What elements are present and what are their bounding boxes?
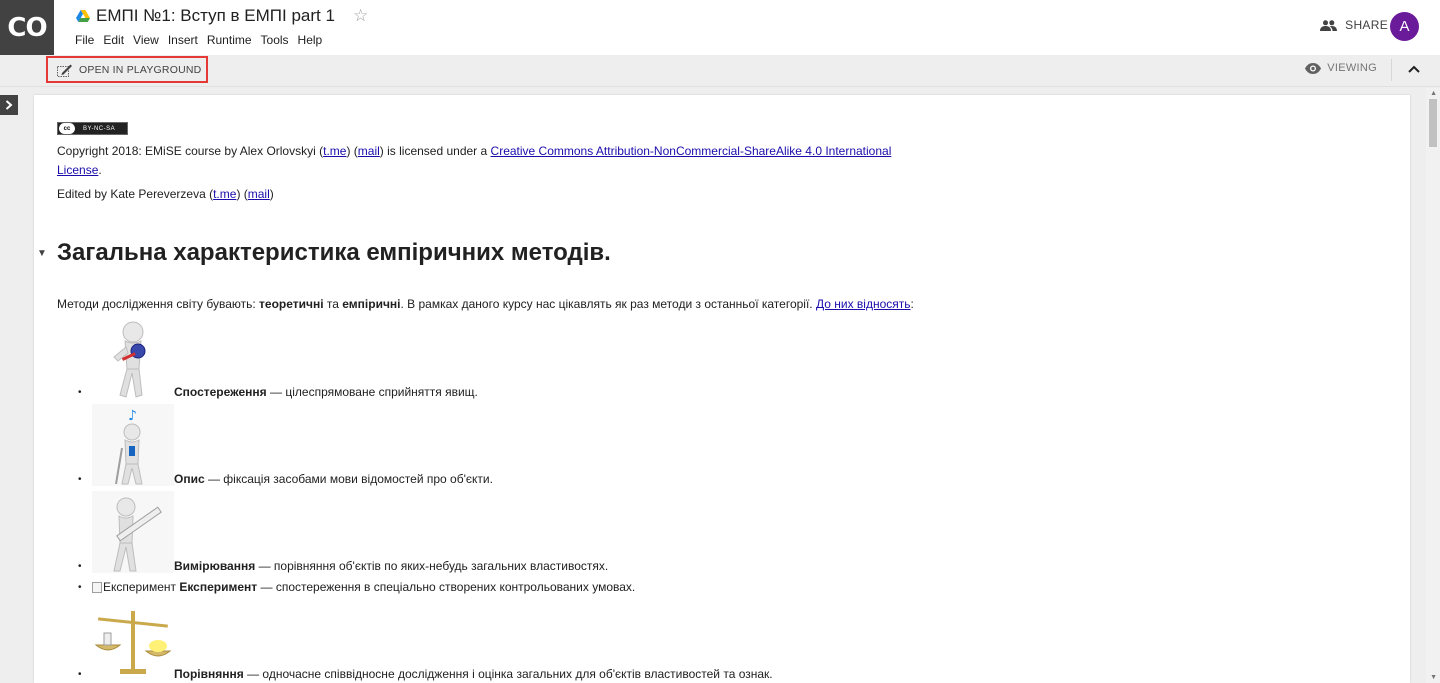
star-icon[interactable]: ☆: [353, 6, 368, 26]
viewing-label: VIEWING: [1327, 62, 1377, 74]
viewing-mode-indicator[interactable]: VIEWING: [1305, 62, 1377, 74]
method-desc: — одночасне співвідносне дослідження і о…: [243, 667, 773, 681]
method-term: Спостереження: [174, 385, 267, 399]
experiment-broken-image: Експеримент: [92, 580, 176, 594]
list-item-comparison: • Порівняння — одночасне співвідносне до…: [78, 599, 773, 681]
intro-and: та: [323, 297, 343, 311]
description-figure-image: ♪: [92, 404, 174, 486]
list-item-observation: • Спостереження — цілеспрямоване сприйня…: [78, 317, 478, 399]
author-telegram-link[interactable]: t.me: [323, 144, 346, 158]
method-term: Вимірювання: [174, 559, 256, 573]
method-term: Порівняння: [174, 667, 244, 681]
method-term: Експеримент: [179, 580, 258, 594]
edited-prefix: Edited by Kate Pereverzeva (: [57, 187, 214, 201]
method-text: Експеримент — спостереження в спеціально…: [179, 580, 635, 594]
list-item-measurement: • Вимірювання — порівняння об'єктів по я…: [78, 491, 608, 573]
playground-label: OPEN IN PLAYGROUND: [79, 63, 202, 76]
avatar[interactable]: A: [1390, 12, 1419, 41]
menu-help[interactable]: Help: [298, 33, 323, 47]
license-link-cont[interactable]: License: [57, 163, 98, 177]
edit-notebook-icon: [57, 64, 72, 77]
editor-telegram-link[interactable]: t.me: [213, 187, 236, 201]
bullet: •: [78, 582, 82, 593]
author-mail-link[interactable]: mail: [358, 144, 380, 158]
app-header: CO ЕМПІ №1: Вступ в ЕМПІ part 1 ☆ File E…: [0, 0, 1440, 55]
toolbar: OPEN IN PLAYGROUND VIEWING: [0, 55, 1440, 87]
copyright-sep1: ) (: [346, 144, 358, 158]
list-item-description: • ♪ Опис — фіксація засобами мови відомо…: [78, 404, 493, 486]
open-in-playground-button[interactable]: OPEN IN PLAYGROUND: [46, 56, 208, 83]
edited-end: ): [269, 187, 274, 201]
editor-mail-link[interactable]: mail: [248, 187, 270, 201]
copyright-sep2: ) is licensed under a: [379, 144, 491, 158]
collapse-header-icon[interactable]: [1408, 60, 1420, 76]
menu-view[interactable]: View: [133, 33, 159, 47]
menu-bar: File Edit View Insert Runtime Tools Help: [75, 33, 331, 47]
toolbar-divider: [1391, 59, 1392, 81]
method-desc: — фіксація засобами мови відомостей про …: [204, 472, 493, 486]
menu-edit[interactable]: Edit: [103, 33, 124, 47]
bullet: •: [78, 474, 82, 485]
intro-prefix: Методи дослідження світу бувають:: [57, 297, 260, 311]
intro-empirical: емпіричні: [342, 297, 401, 311]
scroll-up-arrow-icon[interactable]: ▲: [1430, 90, 1437, 97]
menu-insert[interactable]: Insert: [168, 33, 198, 47]
section-heading-row: ▼ Загальна характеристика емпіричних мет…: [37, 239, 611, 267]
share-button[interactable]: SHARE: [1320, 18, 1388, 32]
intro-middle: . В рамках даного курсу нас цікавлять як…: [400, 297, 816, 311]
collapse-section-icon[interactable]: ▼: [37, 248, 55, 259]
license-link[interactable]: Creative Commons Attribution-NonCommerci…: [491, 144, 892, 158]
method-desc: — спостереження в спеціально створених к…: [257, 580, 636, 594]
edited-by-text: Edited by Kate Pereverzeva (t.me) (mail): [57, 185, 274, 204]
method-term: Опис: [174, 472, 205, 486]
notebook-content: cc BY-NC-SA Copyright 2018: EMiSE course…: [34, 95, 1410, 683]
notebook-title[interactable]: ЕМПІ №1: Вступ в ЕМПІ part 1: [96, 6, 335, 26]
method-text: Порівняння — одночасне співвідносне досл…: [174, 667, 773, 681]
bullet: •: [78, 561, 82, 572]
edited-sep: ) (: [236, 187, 248, 201]
image-alt-text: Експеримент: [103, 580, 176, 594]
scales-image: [94, 611, 172, 674]
method-text: Опис — фіксація засобами мови відомостей…: [174, 472, 493, 486]
cc-badge-text: BY-NC-SA: [83, 125, 116, 132]
svg-text:♪: ♪: [128, 408, 137, 424]
section-heading: Загальна характеристика емпіричних метод…: [57, 239, 611, 266]
bullet: •: [78, 669, 82, 680]
scrollbar-thumb[interactable]: [1429, 99, 1437, 147]
broken-image-icon: [92, 581, 102, 593]
cc-license-badge[interactable]: cc BY-NC-SA: [57, 122, 128, 135]
google-drive-icon: [76, 10, 90, 22]
method-text: Спостереження — цілеспрямоване сприйнятт…: [174, 385, 478, 399]
title-row: ЕМПІ №1: Вступ в ЕМПІ part 1 ☆: [76, 6, 368, 26]
intro-paragraph: Методи дослідження світу бувають: теорет…: [57, 295, 914, 314]
intro-end: :: [910, 297, 914, 311]
scrollbar[interactable]: [1426, 88, 1440, 683]
method-text: Вимірювання — порівняння об'єктів по яки…: [174, 559, 608, 573]
copyright-prefix: Copyright 2018: EMiSE course by Alex Orl…: [57, 144, 324, 158]
bullet: •: [78, 387, 82, 398]
copyright-end: .: [98, 163, 102, 177]
menu-tools[interactable]: Tools: [261, 33, 289, 47]
eye-icon: [1305, 62, 1322, 74]
menu-file[interactable]: File: [75, 33, 94, 47]
copyright-text: Copyright 2018: EMiSE course by Alex Orl…: [57, 142, 937, 180]
share-label: SHARE: [1345, 18, 1388, 32]
observation-figure-image: [113, 321, 146, 398]
colab-logo[interactable]: CO: [0, 0, 54, 55]
intro-theoretical: теоретичні: [259, 297, 324, 311]
menu-runtime[interactable]: Runtime: [207, 33, 252, 47]
cc-logo: cc: [59, 123, 75, 134]
toggle-sidebar-icon[interactable]: [0, 95, 18, 115]
method-desc: — цілеспрямоване сприйняття явищ.: [266, 385, 478, 399]
measurement-figure-image: [92, 491, 174, 573]
list-item-experiment: • Експеримент Експеримент — спостереженн…: [78, 580, 635, 594]
method-desc: — порівняння об'єктів по яких-небудь заг…: [255, 559, 609, 573]
methods-link[interactable]: До них відносять: [816, 297, 911, 311]
people-icon: [1320, 19, 1338, 31]
scroll-down-arrow-icon[interactable]: ▼: [1430, 674, 1437, 681]
